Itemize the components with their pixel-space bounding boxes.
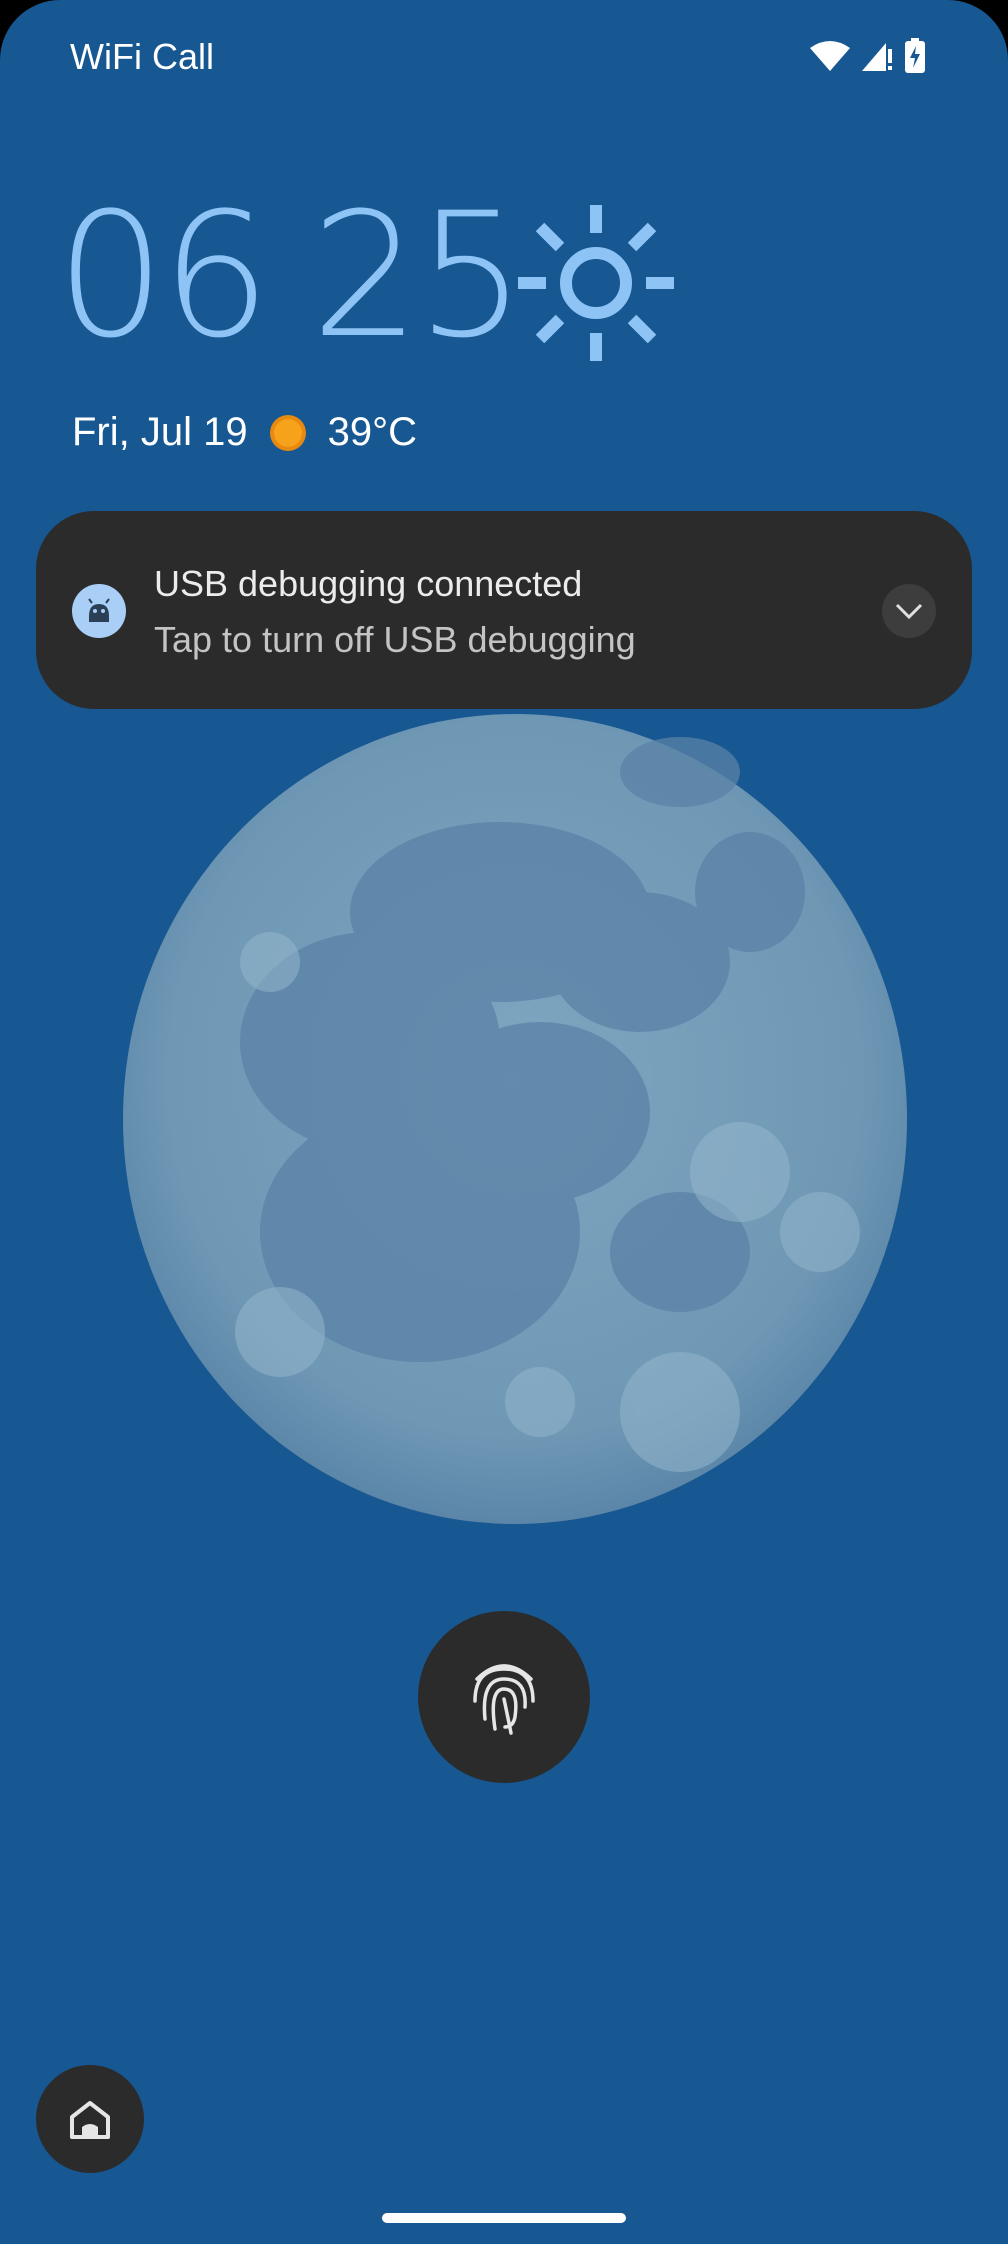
- temperature-label: 39°C: [327, 410, 417, 454]
- fingerprint-button[interactable]: [418, 1611, 590, 1783]
- fingerprint-icon: [473, 1664, 535, 1735]
- android-debug-icon: [72, 584, 126, 638]
- clock-hour: 06: [56, 175, 271, 376]
- date-weather-row[interactable]: Fri, Jul 19 39°C: [72, 410, 417, 455]
- home-icon: [70, 2101, 110, 2139]
- notification-text: Tap to turn off USB debugging: [154, 619, 636, 660]
- carrier-label: WiFi Call: [70, 36, 214, 77]
- sun-icon: [518, 205, 674, 361]
- home-controls-button[interactable]: [36, 2065, 144, 2173]
- moon-image: [123, 714, 907, 1524]
- usb-debugging-notification[interactable]: USB debugging connected Tap to turn off …: [36, 511, 972, 709]
- clock-minute: 25: [310, 175, 526, 376]
- notification-title: USB debugging connected: [154, 563, 583, 604]
- status-icons: [810, 38, 926, 74]
- signal-alert-icon: [862, 43, 892, 71]
- sunny-icon: [269, 414, 306, 451]
- wifi-icon: [810, 41, 850, 71]
- lock-screen: WiFi Call 06 25 Fri, Jul 19 39°C USB deb…: [0, 0, 1008, 2244]
- clock: 06 25: [56, 190, 526, 362]
- date-label: Fri, Jul 19: [72, 410, 248, 454]
- navigation-handle[interactable]: [382, 2213, 626, 2223]
- battery-charging-icon: [905, 38, 925, 73]
- expand-notification-button[interactable]: [882, 584, 936, 638]
- chevron-down-icon: [895, 603, 923, 620]
